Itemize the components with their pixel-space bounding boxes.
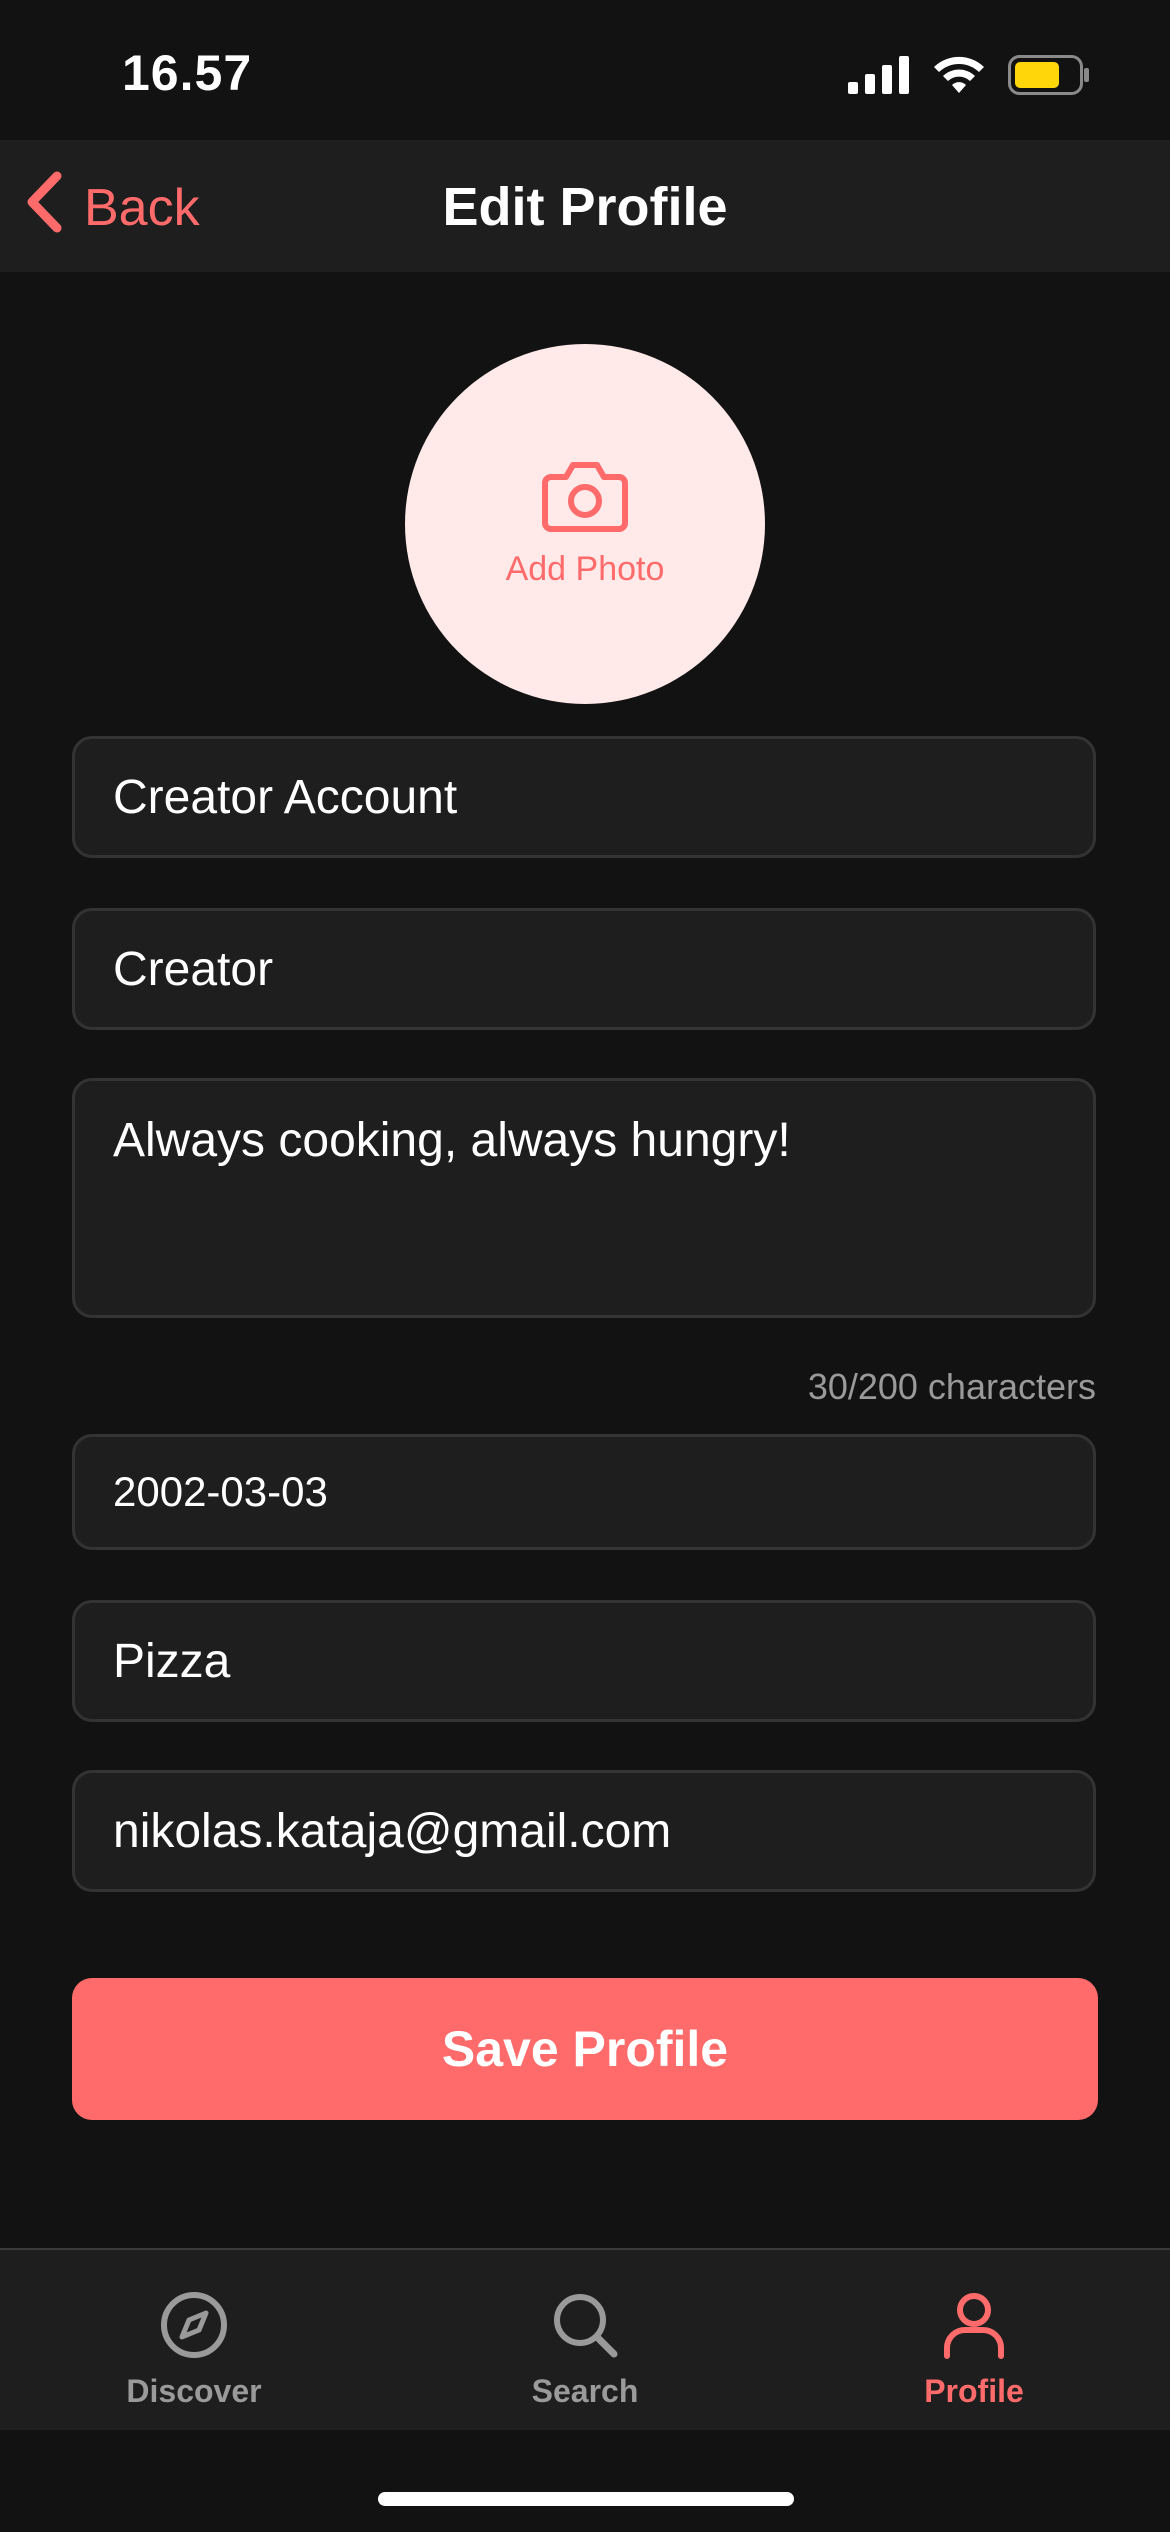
birthdate-field-value: 2002-03-03	[113, 1468, 328, 1515]
birthdate-field[interactable]: 2002-03-03	[72, 1434, 1096, 1550]
status-icons	[848, 52, 1090, 102]
status-time: 16.57	[122, 45, 253, 101]
name-field[interactable]: Creator Account	[72, 736, 1096, 858]
favorite-food-field-value: Pizza	[113, 1634, 231, 1688]
page-title: Edit Profile	[442, 177, 728, 237]
search-icon	[550, 2290, 620, 2365]
wifi-icon	[932, 55, 986, 100]
user-icon	[939, 2290, 1009, 2365]
tab-discover-label: Discover	[126, 2373, 262, 2409]
battery-icon	[1008, 54, 1090, 100]
home-indicator	[378, 2492, 794, 2506]
email-field-value: nikolas.kataja@gmail.com	[113, 1804, 672, 1858]
bio-character-count: 30/200 characters	[807, 1366, 1096, 1407]
name-field-value: Creator Account	[113, 770, 458, 824]
tab-search-label: Search	[531, 2373, 639, 2409]
bio-field[interactable]: Always cooking, always hungry!	[72, 1078, 1096, 1318]
bio-field-value: Always cooking, always hungry!	[113, 1114, 791, 1167]
username-field[interactable]: Creator	[72, 908, 1096, 1030]
add-photo-label: Add Photo	[505, 550, 665, 588]
username-field-value: Creator	[113, 942, 274, 996]
tab-discover[interactable]: Discover	[74, 2290, 314, 2420]
camera-icon	[541, 459, 629, 538]
favorite-food-field[interactable]: Pizza	[72, 1600, 1096, 1722]
add-photo-button[interactable]: Add Photo	[405, 344, 765, 704]
email-field[interactable]: nikolas.kataja@gmail.com	[72, 1770, 1096, 1892]
tab-profile[interactable]: Profile	[854, 2290, 1094, 2420]
tab-profile-label: Profile	[924, 2373, 1024, 2409]
compass-icon	[159, 2290, 229, 2365]
signal-icon	[848, 55, 910, 99]
save-profile-button[interactable]: Save Profile	[72, 1978, 1098, 2120]
tab-search[interactable]: Search	[465, 2290, 705, 2420]
